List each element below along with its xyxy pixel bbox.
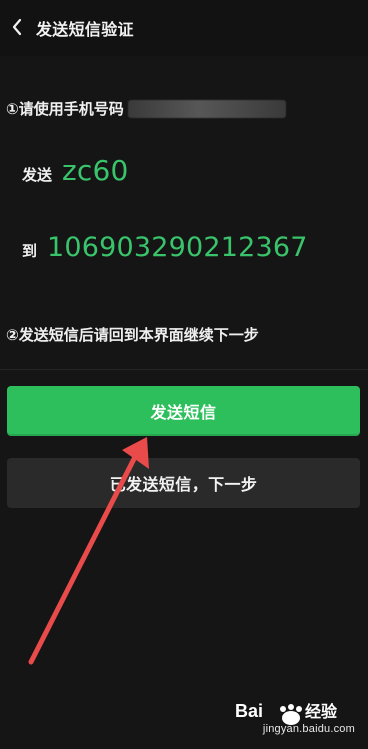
- step-one-instruction: ①请使用手机号码: [6, 98, 286, 119]
- to-label: 到: [22, 242, 38, 260]
- phone-number-redacted: [127, 99, 286, 118]
- sms-code: zc60: [62, 154, 129, 187]
- destination-number: 106903290212367: [47, 232, 308, 263]
- step-one-text: ①请使用手机号码: [6, 100, 124, 118]
- top-bar: 发送短信验证: [0, 0, 368, 56]
- send-code-row: 发送 zc60: [22, 154, 129, 187]
- send-sms-button[interactable]: 发送短信: [7, 386, 360, 436]
- section-divider: [0, 369, 368, 370]
- sent-next-step-button[interactable]: 已发送短信，下一步: [7, 458, 360, 508]
- page-title: 发送短信验证: [36, 20, 134, 39]
- content-area: ①请使用手机号码 发送 zc60 到 106903290212367 ②发送短信…: [0, 56, 368, 749]
- send-label: 发送: [22, 166, 53, 184]
- chevron-left-icon: [12, 18, 22, 36]
- back-button[interactable]: [6, 13, 28, 41]
- sms-verification-screen: 发送短信验证 ①请使用手机号码 发送 zc60 到 10690329021236…: [0, 0, 368, 749]
- destination-row: 到 106903290212367: [22, 232, 308, 263]
- step-two-instruction: ②发送短信后请回到本界面继续下一步: [6, 326, 259, 344]
